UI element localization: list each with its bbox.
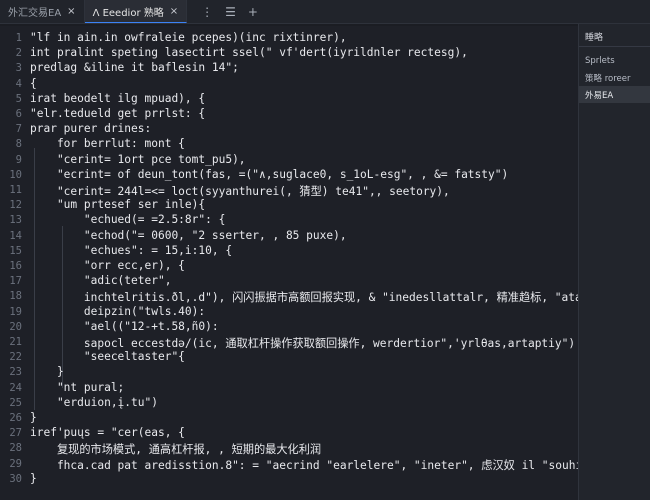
line-number: 29	[9, 457, 22, 470]
line-number: 3	[15, 62, 22, 75]
panel-item-forex-ea[interactable]: 外易EA	[579, 86, 650, 103]
line-number: 15	[9, 244, 22, 257]
line-number: 27	[9, 427, 22, 440]
code-line[interactable]: deipzin("twls.40):	[30, 305, 205, 318]
line-number: 6	[15, 108, 22, 120]
code-line[interactable]: iref'puųs = "cer(eas, {	[30, 426, 185, 439]
code-line[interactable]: "echod("= 0600, "2 sserter, , 85 puxe),	[30, 229, 347, 242]
code-line[interactable]: "cerint= 244l=<= loct(syyanthurei(, 猜型) …	[30, 183, 450, 199]
menu-icon[interactable]: ☰	[225, 5, 236, 19]
line-number: 9	[15, 153, 22, 166]
line-number: 24	[9, 381, 22, 394]
tab-editor[interactable]: Λ Eeedior 熟略 ×	[84, 0, 188, 23]
code-line[interactable]: "echued(= =2.5:8r": {	[30, 213, 225, 226]
code-line[interactable]: "erduion,į.tu")	[30, 396, 158, 409]
line-number: 10	[9, 168, 22, 181]
line-number: 1	[15, 32, 22, 44]
code-line[interactable]: }	[30, 411, 37, 424]
divider	[579, 46, 650, 47]
line-number: 19	[9, 305, 22, 318]
tab-actions: ⋮ ☰ +	[187, 0, 258, 23]
line-number: 7	[15, 123, 22, 136]
add-tab-icon[interactable]: +	[248, 5, 258, 19]
code-line[interactable]: }	[30, 472, 37, 485]
line-number: 22	[9, 351, 22, 364]
line-number: 20	[9, 320, 22, 333]
more-icon[interactable]: ⋮	[201, 5, 213, 19]
code-line[interactable]: }	[30, 365, 64, 378]
line-number: 17	[9, 275, 22, 288]
code-line[interactable]: "lf in ain.in owfraleie pcepes)(inc rixt…	[30, 31, 347, 44]
panel-item-strategy[interactable]: 策略 roreer	[579, 69, 650, 86]
tab-label: Λ Eeedior 熟略	[92, 7, 164, 19]
code-line[interactable]: "orr ecc,er), {	[30, 259, 185, 272]
line-number: 12	[9, 199, 22, 212]
tab-forex-ea[interactable]: 外汇交易EA ×	[0, 0, 85, 23]
line-number: 5	[15, 92, 22, 105]
line-number: 11	[9, 184, 22, 196]
line-number: 13	[9, 214, 22, 227]
tab-label: 外汇交易EA	[8, 8, 62, 19]
panel-title: 睡略	[585, 33, 604, 43]
code-line[interactable]: inchtelritis.ðl,.d"), 闪闪振据市高额回报实现, & "in…	[30, 289, 636, 305]
line-number: 16	[9, 260, 22, 272]
line-number: 30	[9, 472, 22, 485]
code-line[interactable]: fhca.cad pat aredisstion.8": = "aecrind …	[30, 457, 623, 473]
code-line[interactable]: sapocl eccestdə/(ic, 通取杠杆操作获取额回操作, werde…	[30, 335, 575, 351]
panel-item-sprlets[interactable]: Sprlets	[579, 52, 650, 69]
outline-panel: 睡略 Sprlets 策略 roreer 外易EA	[578, 24, 650, 500]
line-number: 14	[9, 229, 22, 242]
code-line[interactable]: "elr.tedueld get prrlst: {	[30, 107, 205, 120]
code-line[interactable]: "ael(("12-+t.58,ñ0):	[30, 320, 219, 333]
code-line[interactable]: "um prtesef ser inle){	[30, 198, 205, 211]
code-line[interactable]: prar purer drines:	[30, 122, 151, 135]
code-line[interactable]: 复现的市场模式, 通高杠杆报, , 短期的最大化利润	[30, 441, 321, 457]
close-icon[interactable]: ×	[67, 6, 75, 17]
code-line[interactable]: "adic(teter",	[30, 274, 172, 287]
code-editor[interactable]: 1 "lf in ain.in owfraleie pcepes)(inc rix…	[0, 26, 636, 500]
line-number: 25	[9, 396, 22, 409]
line-number: 28	[9, 442, 22, 455]
line-number: 18	[9, 290, 22, 303]
code-line[interactable]: int pralint speting lasectirt ssel(" vf'…	[30, 46, 468, 59]
line-number: 23	[9, 366, 22, 379]
line-number: 2	[15, 47, 22, 60]
code-line[interactable]: "seeceltaster"{	[30, 350, 185, 363]
code-line[interactable]: for berrlut: mont {	[30, 137, 185, 150]
code-line[interactable]: "echues": = 15,i:10, {	[30, 244, 232, 257]
code-line[interactable]: irat beodelt ilg mpuad), {	[30, 92, 205, 105]
code-line[interactable]: predlag &iline it baflesin 14";	[30, 61, 239, 74]
code-line[interactable]: "ecrint= of deun_tont(fas, =("∧,suglace0…	[30, 168, 508, 181]
code-line[interactable]: "nt pural;	[30, 381, 124, 394]
code-line[interactable]: {	[30, 77, 37, 90]
line-number: 26	[9, 412, 22, 424]
line-number: 21	[9, 336, 22, 348]
line-number: 8	[15, 138, 22, 151]
tab-bar: 外汇交易EA × Λ Eeedior 熟略 × ⋮ ☰ +	[0, 0, 650, 24]
code-line[interactable]: "cerint= 1ort pce tomt_pu5),	[30, 153, 246, 166]
close-icon[interactable]: ×	[170, 6, 178, 17]
line-number: 4	[15, 77, 22, 90]
